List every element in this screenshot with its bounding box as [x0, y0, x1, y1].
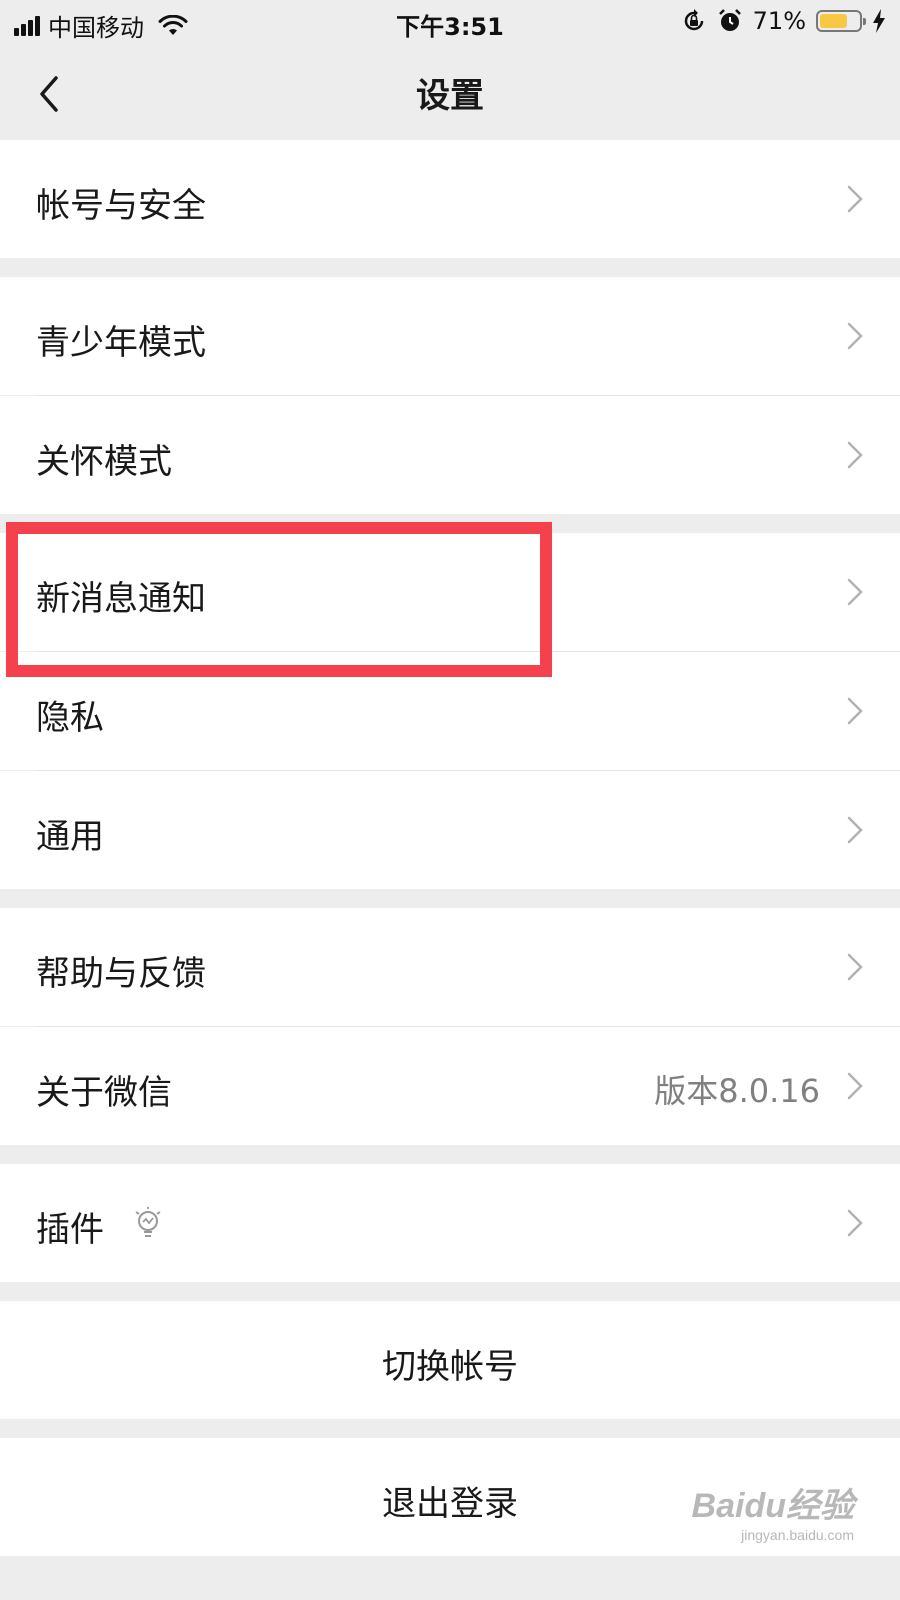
version-label: 版本8.0.16 — [654, 1072, 820, 1110]
settings-item-label: 隐私 — [36, 698, 104, 738]
chevron-right-icon — [847, 816, 863, 844]
settings-item-care-mode[interactable]: 关怀模式 — [0, 396, 900, 514]
battery-icon — [816, 10, 866, 32]
chevron-right-icon — [847, 953, 863, 981]
switch-account-button[interactable]: 切换帐号 — [0, 1301, 900, 1419]
settings-item-label: 青少年模式 — [36, 323, 206, 363]
navigation-bar: 设置 — [0, 46, 900, 140]
switch-account-label: 切换帐号 — [382, 1347, 518, 1387]
settings-item-general[interactable]: 通用 — [0, 771, 900, 889]
chevron-right-icon — [847, 1072, 863, 1100]
status-bar-right: 71% — [671, 7, 886, 35]
chevron-right-icon — [847, 185, 863, 213]
settings-item-youth-mode[interactable]: 青少年模式 — [0, 277, 900, 395]
settings-item-label: 关于微信 — [36, 1073, 172, 1113]
settings-item-label: 关怀模式 — [36, 442, 172, 482]
settings-item-about-wechat[interactable]: 关于微信 版本8.0.16 — [0, 1027, 900, 1145]
settings-item-label: 帮助与反馈 — [36, 954, 206, 994]
settings-item-label: 帐号与安全 — [36, 186, 206, 226]
battery-percent: 71% — [752, 7, 806, 35]
settings-item-help-feedback[interactable]: 帮助与反馈 — [0, 908, 900, 1026]
settings-item-plugins[interactable]: 插件 — [0, 1164, 900, 1282]
settings-item-label: 通用 — [36, 817, 104, 857]
watermark-url: jingyan.baidu.com — [741, 1527, 854, 1543]
status-bar: 中国移动 下午3:51 71% — [0, 0, 900, 46]
chevron-right-icon — [847, 322, 863, 350]
page-title: 设置 — [416, 76, 484, 116]
watermark: Baidu经验 jingyan.baidu.com — [692, 1478, 854, 1543]
settings-item-new-message-notification[interactable]: 新消息通知 — [0, 533, 900, 651]
alarm-icon — [718, 9, 741, 31]
battery-fill — [820, 14, 847, 28]
chevron-right-icon — [847, 697, 863, 725]
settings-item-privacy[interactable]: 隐私 — [0, 652, 900, 770]
settings-item-label: 新消息通知 — [36, 579, 206, 619]
watermark-logo: Baidu经验 — [691, 1487, 854, 1525]
rotation-lock-icon — [684, 9, 703, 31]
chevron-right-icon — [847, 441, 863, 469]
lightbulb-icon — [135, 1207, 161, 1237]
charging-icon — [873, 9, 885, 33]
settings-item-account-security[interactable]: 帐号与安全 — [0, 140, 900, 258]
settings-item-label: 插件 — [36, 1210, 104, 1250]
chevron-right-icon — [847, 1209, 863, 1237]
chevron-right-icon — [847, 578, 863, 606]
